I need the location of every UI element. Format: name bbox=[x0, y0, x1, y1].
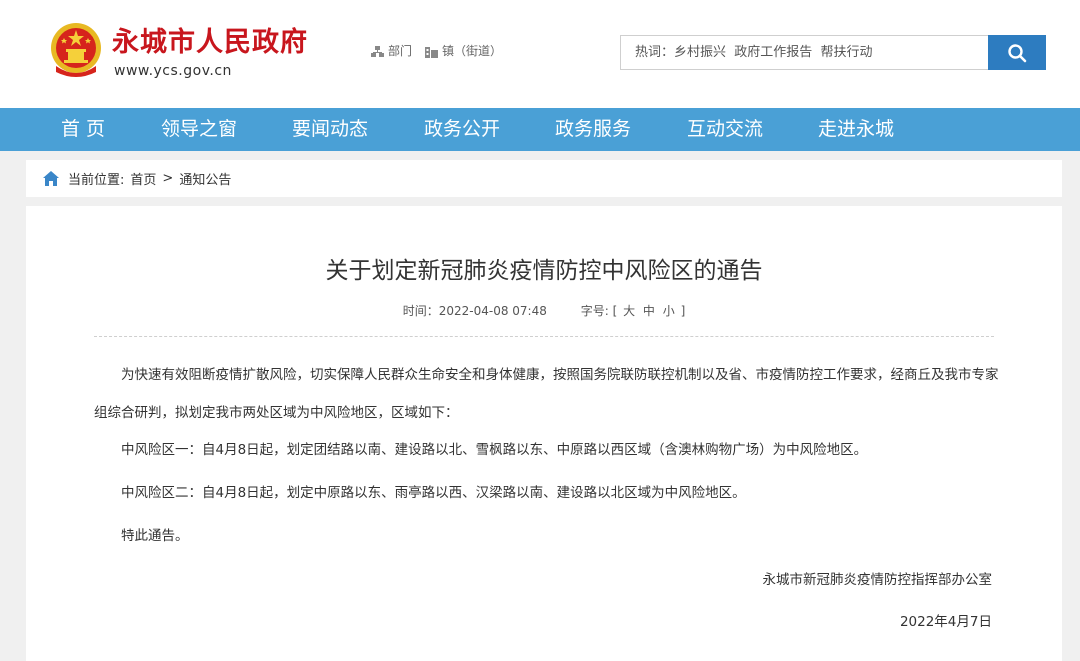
search-button[interactable] bbox=[988, 35, 1046, 70]
article-title: 关于划定新冠肺炎疫情防控中风险区的通告 bbox=[325, 258, 763, 284]
font-size-small-button[interactable]: 小 bbox=[661, 304, 677, 318]
font-size-bracket-close: ] bbox=[680, 304, 686, 318]
town-link[interactable]: 镇（街道） bbox=[425, 43, 502, 59]
town-icon bbox=[425, 46, 438, 58]
town-link-label: 镇（街道） bbox=[442, 44, 503, 58]
nav-item-gov-affairs-open[interactable]: 政务公开 bbox=[424, 108, 500, 151]
search-icon bbox=[1008, 43, 1027, 62]
department-link[interactable]: 部门 bbox=[371, 43, 412, 59]
font-size-medium-button[interactable]: 中 bbox=[641, 304, 657, 318]
font-size-large-button[interactable]: 大 bbox=[621, 304, 637, 318]
breadcrumb-home-link[interactable]: 首页 bbox=[130, 169, 156, 188]
publish-time-label: 时间： bbox=[402, 304, 439, 318]
publish-time-value: 2022-04-08 07:48 bbox=[438, 304, 547, 318]
national-emblem-icon[interactable] bbox=[50, 22, 102, 78]
main-nav: 首 页 领导之窗 要闻动态 政务公开 政务服务 互动交流 走进永城 bbox=[0, 108, 1080, 151]
breadcrumb-separator: > bbox=[162, 171, 174, 186]
breadcrumb-current-link[interactable]: 通知公告 bbox=[179, 169, 231, 188]
department-icon bbox=[371, 45, 384, 57]
nav-item-gov-services[interactable]: 政务服务 bbox=[555, 108, 631, 151]
article-paragraph-zone-one: 中风险区一：自4月8日起，划定团结路以南、建设路以北、雪枫路以东、中原路以西区域… bbox=[121, 442, 868, 458]
nav-item-leadership[interactable]: 领导之窗 bbox=[161, 108, 237, 151]
breadcrumb-label: 当前位置: bbox=[68, 173, 125, 188]
article-paragraph-intro: 为快速有效阻断疫情扩散风险，切实保障人民群众生命安全和身体健康，按照国务院联防联… bbox=[94, 367, 999, 421]
department-link-label: 部门 bbox=[388, 44, 413, 58]
font-size-label: 字号: bbox=[580, 304, 609, 318]
nav-item-interaction[interactable]: 互动交流 bbox=[687, 108, 763, 151]
site-url[interactable]: www.ycs.gov.cn bbox=[114, 62, 232, 80]
article-divider bbox=[94, 336, 994, 337]
search-input[interactable] bbox=[620, 35, 988, 70]
home-icon bbox=[43, 170, 59, 186]
article-signature: 永城市新冠肺炎疫情防控指挥部办公室 bbox=[762, 572, 993, 588]
article-paragraph-closing: 特此通告。 bbox=[121, 528, 189, 544]
site-header: 永城市人民政府 www.ycs.gov.cn 部门 镇（街道） bbox=[0, 0, 1080, 108]
article-date: 2022年4月7日 bbox=[899, 614, 992, 630]
article-meta: 时间：2022-04-08 07:48 字号: [ 大 中 小 ] bbox=[26, 303, 1062, 319]
nav-item-home[interactable]: 首 页 bbox=[61, 108, 105, 151]
nav-item-news[interactable]: 要闻动态 bbox=[292, 108, 368, 151]
breadcrumb: 当前位置: 首页 > 通知公告 bbox=[26, 160, 1062, 197]
article-paragraph-zone-two: 中风险区二：自4月8日起，划定中原路以东、雨亭路以西、汉梁路以南、建设路以北区域… bbox=[121, 485, 746, 501]
article-container: 关于划定新冠肺炎疫情防控中风险区的通告 时间：2022-04-08 07:48 … bbox=[26, 206, 1062, 661]
site-title[interactable]: 永城市人民政府 bbox=[112, 26, 308, 60]
nav-item-about-yongcheng[interactable]: 走进永城 bbox=[818, 108, 894, 151]
font-size-bracket-open: [ bbox=[612, 304, 618, 318]
